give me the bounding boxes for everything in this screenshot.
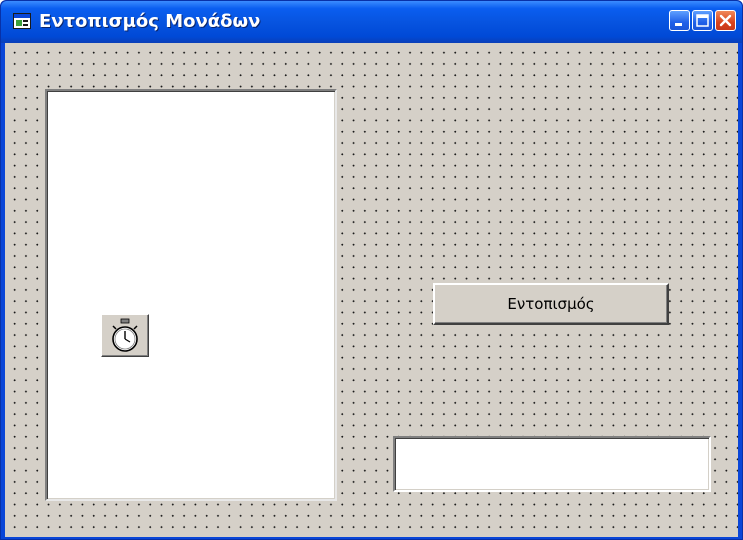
maximize-button[interactable] <box>692 10 713 31</box>
window-title: Εντοπισμός Μονάδων <box>39 11 261 32</box>
close-button[interactable] <box>715 10 736 31</box>
maximize-icon <box>696 14 709 27</box>
minimize-button[interactable] <box>669 10 690 31</box>
app-window: Εντοπισμός Μονάδων Εντοπισμός <box>0 0 743 540</box>
minimize-icon <box>675 23 682 26</box>
units-listbox[interactable] <box>45 89 337 501</box>
timer-control[interactable] <box>101 314 149 357</box>
locate-button[interactable]: Εντοπισμός <box>433 283 669 325</box>
form-icon[interactable] <box>13 13 31 29</box>
result-textbox[interactable] <box>393 436 711 492</box>
title-bar[interactable]: Εντοπισμός Μονάδων <box>1 1 742 43</box>
stopwatch-icon <box>112 318 138 352</box>
close-icon <box>719 14 732 27</box>
